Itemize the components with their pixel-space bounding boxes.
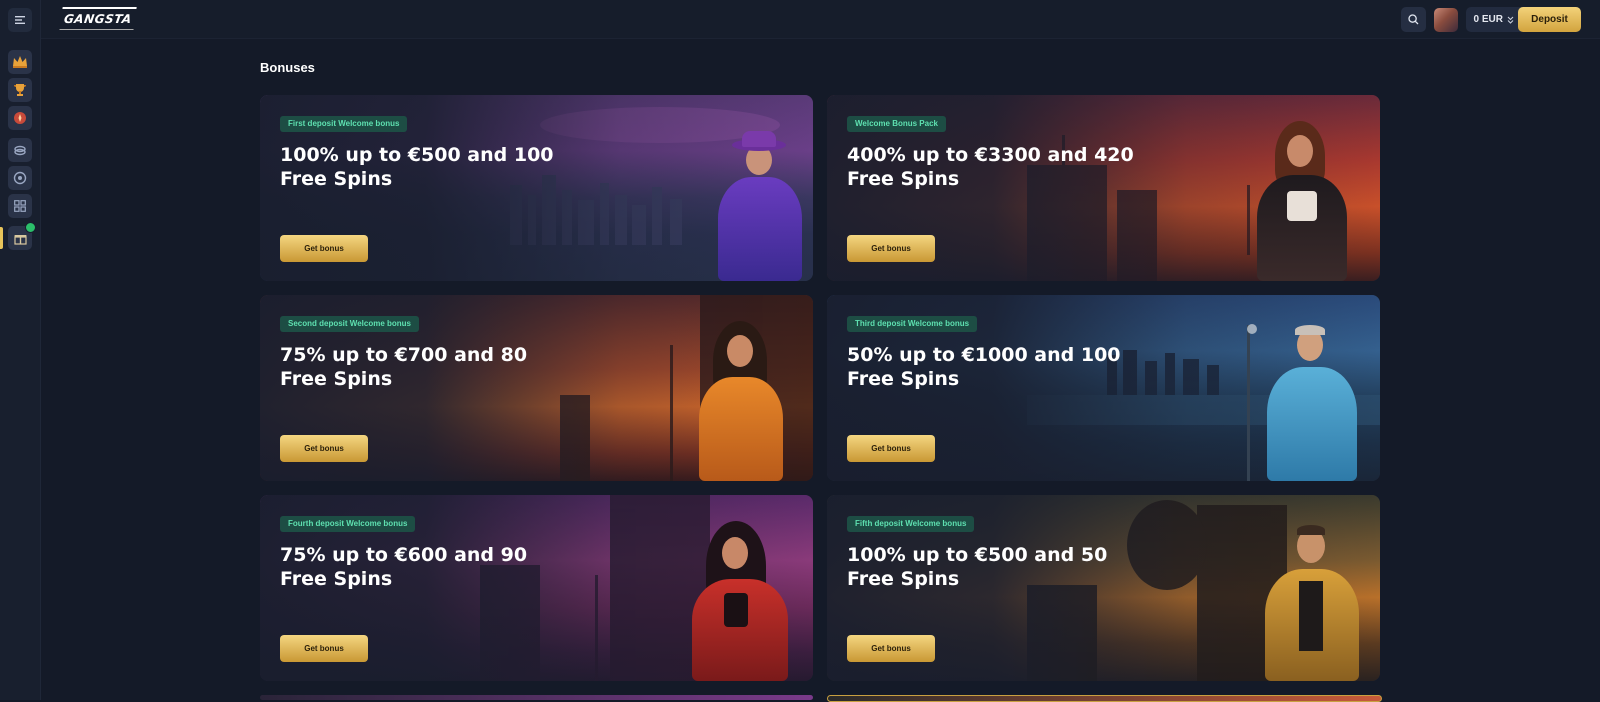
hamburger-icon	[15, 16, 25, 24]
bonus-title: 100% up to €500 and 100 Free Spins	[280, 144, 554, 190]
bonus-title: 100% up to €500 and 50 Free Spins	[847, 544, 1108, 590]
chips-icon	[14, 145, 26, 156]
sidebar-item-tournaments[interactable]	[8, 78, 32, 102]
crown-icon	[13, 56, 27, 68]
balance-selector[interactable]: 0 EUR Deposit	[1465, 7, 1581, 32]
page-title: Bonuses	[260, 60, 315, 75]
bonus-title: 75% up to €700 and 80 Free Spins	[280, 344, 528, 390]
bonus-title: 50% up to €1000 and 100 Free Spins	[847, 344, 1121, 390]
sidebar-item-games[interactable]	[8, 194, 32, 218]
character-illustration	[680, 521, 800, 681]
sidebar-item-roulette[interactable]	[8, 166, 32, 190]
top-header: GANGSTA 0 EUR Deposit	[41, 0, 1600, 39]
bonus-title: 400% up to €3300 and 420 Free Spins	[847, 144, 1134, 190]
get-bonus-button[interactable]: Get bonus	[280, 435, 368, 462]
character-illustration	[1247, 121, 1357, 281]
character-illustration	[685, 321, 795, 481]
sidebar-item-live-casino[interactable]	[8, 138, 32, 162]
logo-text: GANGSTA	[59, 7, 137, 30]
bonus-card: Second deposit Welcome bonus 75% up to €…	[260, 295, 813, 481]
menu-button[interactable]	[8, 8, 32, 32]
bonus-tag: Fourth deposit Welcome bonus	[280, 516, 416, 532]
bonus-card-partial	[827, 695, 1382, 702]
bonus-tag: Fifth deposit Welcome bonus	[847, 516, 975, 532]
notification-badge	[25, 222, 36, 233]
bonus-card: Welcome Bonus Pack 400% up to €3300 and …	[827, 95, 1380, 281]
active-indicator	[0, 227, 3, 249]
bonus-card: First deposit Welcome bonus 100% up to €…	[260, 95, 813, 281]
get-bonus-button[interactable]: Get bonus	[847, 235, 935, 262]
bonus-tag: First deposit Welcome bonus	[280, 116, 408, 132]
bonus-tag: Second deposit Welcome bonus	[280, 316, 419, 332]
deposit-button[interactable]: Deposit	[1518, 7, 1581, 32]
compass-icon	[14, 112, 26, 124]
sidebar	[0, 0, 41, 700]
get-bonus-button[interactable]: Get bonus	[847, 635, 935, 662]
bonus-tag: Welcome Bonus Pack	[847, 116, 946, 132]
bonus-card-partial	[260, 695, 813, 700]
sidebar-item-bonuses[interactable]	[8, 222, 36, 250]
site-logo[interactable]: GANGSTA	[59, 7, 137, 31]
search-button[interactable]	[1400, 7, 1426, 32]
character-illustration	[710, 131, 810, 281]
get-bonus-button[interactable]: Get bonus	[280, 235, 368, 262]
character-illustration	[1257, 321, 1367, 481]
user-avatar[interactable]	[1433, 7, 1458, 32]
chevron-double-down-icon	[1507, 16, 1514, 24]
bonus-card: Fifth deposit Welcome bonus 100% up to €…	[827, 495, 1380, 681]
bonus-title: 75% up to €600 and 90 Free Spins	[280, 544, 528, 590]
roulette-icon	[13, 171, 27, 185]
trophy-icon	[14, 84, 26, 96]
balance-amount: 0 EUR	[1473, 14, 1503, 25]
grid-icon	[14, 200, 26, 212]
bonus-card: Third deposit Welcome bonus 50% up to €1…	[827, 295, 1380, 481]
get-bonus-button[interactable]: Get bonus	[280, 635, 368, 662]
gift-icon	[13, 234, 27, 245]
get-bonus-button[interactable]: Get bonus	[847, 435, 935, 462]
character-illustration	[1257, 521, 1367, 681]
bonus-card: Fourth deposit Welcome bonus 75% up to €…	[260, 495, 813, 681]
bonus-tag: Third deposit Welcome bonus	[847, 316, 978, 332]
sidebar-item-explore[interactable]	[8, 106, 32, 130]
search-icon	[1407, 14, 1419, 25]
sidebar-item-vip[interactable]	[8, 50, 32, 74]
